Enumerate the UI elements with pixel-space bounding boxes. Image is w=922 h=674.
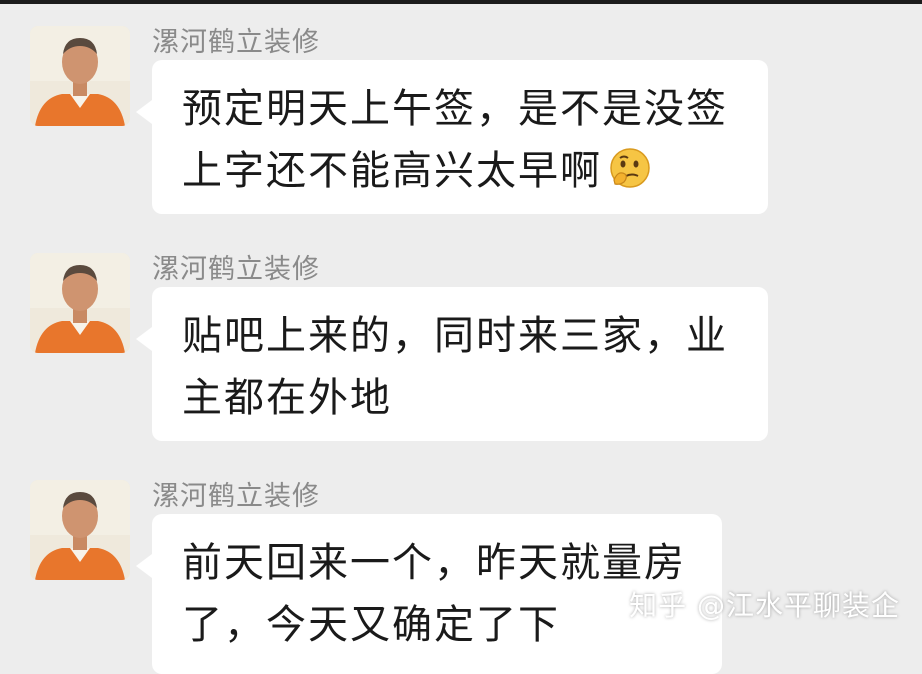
message-bubble[interactable]: 贴吧上来的，同时来三家，业 主都在外地 [136,287,768,441]
avatar-photo-icon [30,480,130,580]
message-line: 预定明天上午签，是不是没签 [182,86,728,132]
message-line: 前天回来一个，昨天就量房 [182,540,686,586]
avatar[interactable] [30,253,130,353]
avatar[interactable] [30,480,130,580]
avatar[interactable] [30,26,130,126]
message-line: 主都在外地 [182,375,392,421]
zhihu-watermark: 知乎 @江水平聊装企 [629,589,900,622]
sender-name: 漯河鹤立装修 [152,254,320,285]
avatar-photo-icon [30,26,130,126]
sender-name: 漯河鹤立装修 [152,481,320,512]
chat-message: 漯河鹤立装修 预定明天上午签，是不是没签 上字还不能高兴太早啊 [0,4,922,230]
chat-message: 漯河鹤立装修 贴吧上来的，同时来三家，业 主都在外地 [0,231,922,457]
thinking-face-icon [608,146,652,208]
message-bubble[interactable]: 预定明天上午签，是不是没签 上字还不能高兴太早啊 [136,60,768,214]
message-line: 贴吧上来的，同时来三家，业 [182,313,728,359]
sender-name: 漯河鹤立装修 [152,27,320,58]
avatar-photo-icon [30,253,130,353]
message-line: 上字还不能高兴太早啊 [182,148,602,194]
message-line: 了，今天又确定了下 [182,602,560,648]
